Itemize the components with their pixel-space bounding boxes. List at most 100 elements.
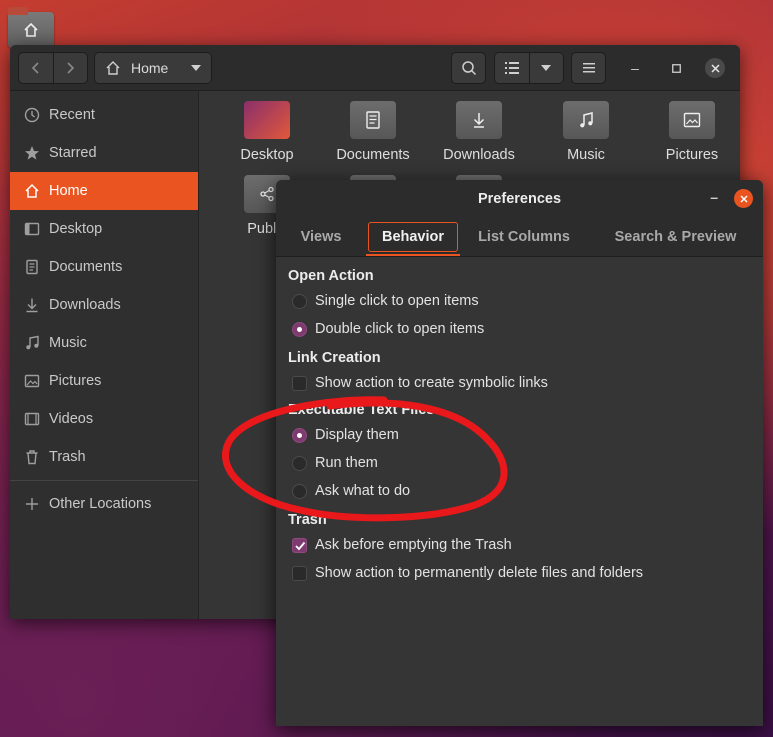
sidebar-item-music[interactable]: Music: [10, 324, 198, 362]
option-label: Run them: [315, 455, 378, 471]
tab-label: Search & Preview: [614, 228, 737, 245]
option-label: Ask what to do: [315, 483, 411, 499]
search-button[interactable]: [451, 52, 486, 84]
tab-behavior[interactable]: Behavior: [366, 217, 460, 256]
folder-downloads-icon: [456, 96, 502, 139]
option-label: Display them: [315, 427, 399, 443]
sidebar-item-recent[interactable]: Recent: [10, 96, 198, 134]
chevron-down-icon: [191, 65, 201, 71]
back-button[interactable]: [19, 53, 53, 83]
section-heading-trash: Trash: [288, 512, 327, 528]
tab-views[interactable]: Views: [276, 217, 366, 256]
option-label: Show action to create symbolic links: [315, 375, 548, 391]
radio-display-them[interactable]: Display them: [288, 421, 751, 449]
sidebar-item-desktop[interactable]: Desktop: [10, 210, 198, 248]
checkbox[interactable]: [292, 565, 307, 581]
checkbox[interactable]: [292, 375, 307, 391]
sidebar-item-label: Trash: [49, 449, 86, 465]
folder-label: Downloads: [443, 147, 515, 163]
section-heading-open-action: Open Action: [288, 268, 374, 284]
checkbox-ask-before-emptying[interactable]: Ask before emptying the Trash: [288, 531, 751, 559]
chevron-right-icon: [67, 62, 75, 74]
sidebar-item-label: Pictures: [49, 373, 102, 389]
checkbox-symbolic-links[interactable]: Show action to create symbolic links: [288, 369, 751, 397]
minimize-icon: –: [710, 189, 718, 205]
radio-button-selected[interactable]: [292, 321, 307, 337]
close-button[interactable]: [705, 58, 725, 78]
minimize-button[interactable]: –: [625, 58, 645, 78]
preferences-dialog: Preferences – Views Behavior List Column…: [276, 180, 763, 726]
sidebar-item-label: Videos: [49, 411, 94, 427]
sidebar-item-videos[interactable]: Videos: [10, 400, 198, 438]
plus-icon: [26, 498, 38, 510]
forward-button[interactable]: [52, 53, 87, 83]
folder-item-desktop[interactable]: Desktop: [222, 91, 312, 163]
radio-run-them[interactable]: Run them: [288, 449, 751, 477]
tab-bar: Views Behavior List Columns Search & Pre…: [276, 217, 763, 257]
search-icon: [461, 61, 476, 76]
sidebar-item-label: Recent: [49, 107, 95, 123]
sidebar-item-starred[interactable]: Starred: [10, 134, 198, 172]
close-icon: [710, 63, 720, 73]
checkbox-permanent-delete[interactable]: Show action to permanently delete files …: [288, 559, 751, 587]
folder-item-documents[interactable]: Documents: [328, 91, 418, 163]
folder-label: Desktop: [240, 147, 294, 163]
list-view-icon: [504, 62, 519, 74]
sidebar-item-label: Other Locations: [49, 496, 152, 512]
tab-list-columns[interactable]: List Columns: [460, 217, 588, 256]
chevron-left-icon: [31, 62, 39, 74]
trash-icon: [26, 450, 38, 465]
view-options-button[interactable]: [528, 53, 563, 83]
sidebar-item-home[interactable]: Home: [10, 172, 198, 210]
sidebar-item-downloads[interactable]: Downloads: [10, 286, 198, 324]
sidebar-item-label: Starred: [49, 145, 97, 161]
tab-search-preview[interactable]: Search & Preview: [588, 217, 763, 256]
radio-button[interactable]: [292, 293, 307, 309]
minimize-button[interactable]: –: [710, 189, 718, 205]
checkbox-checked[interactable]: [292, 537, 307, 553]
sidebar-item-documents[interactable]: Documents: [10, 248, 198, 286]
video-icon: [24, 412, 40, 426]
home-icon: [106, 61, 120, 75]
sidebar-divider: [10, 480, 198, 481]
dialog-titlebar: Preferences –: [276, 180, 763, 217]
picture-icon: [24, 374, 40, 388]
option-label: Ask before emptying the Trash: [315, 537, 512, 553]
sidebar-item-label: Downloads: [49, 297, 121, 313]
sidebar-item-trash[interactable]: Trash: [10, 438, 198, 476]
desktop-home-icon[interactable]: [8, 7, 54, 48]
star-icon: [25, 146, 39, 160]
radio-button[interactable]: [292, 483, 307, 499]
folder-music-icon: [563, 96, 609, 139]
radio-single-click[interactable]: Single click to open items: [288, 287, 751, 315]
close-button[interactable]: [734, 189, 753, 208]
sidebar-item-pictures[interactable]: Pictures: [10, 362, 198, 400]
tab-label: Views: [300, 228, 342, 245]
list-view-button[interactable]: [495, 53, 529, 83]
sidebar-item-other-locations[interactable]: Other Locations: [10, 485, 198, 523]
view-buttons: [494, 52, 564, 84]
folder-label: Music: [567, 147, 605, 163]
folder-item-pictures[interactable]: Pictures: [647, 91, 737, 163]
checkmark-icon: [295, 541, 306, 550]
nav-buttons: [18, 52, 88, 84]
folder-item-downloads[interactable]: Downloads: [434, 91, 524, 163]
path-bar-button[interactable]: Home: [94, 52, 212, 84]
folder-label: Documents: [336, 147, 410, 163]
home-icon: [25, 183, 39, 198]
sidebar: Recent Starred Home Desktop Documents Do…: [10, 91, 199, 619]
folder-documents-icon: [350, 96, 396, 139]
radio-button-selected[interactable]: [292, 427, 307, 443]
radio-ask-what-to-do[interactable]: Ask what to do: [288, 477, 751, 505]
music-icon: [26, 335, 39, 350]
radio-double-click[interactable]: Double click to open items: [288, 315, 751, 343]
folder-item-music[interactable]: Music: [541, 91, 631, 163]
tab-label: Behavior: [367, 221, 459, 252]
maximize-button[interactable]: [666, 58, 686, 78]
radio-button[interactable]: [292, 455, 307, 471]
option-label: Single click to open items: [315, 293, 479, 309]
behavior-panel: Open Action Single click to open items D…: [276, 257, 763, 595]
menu-button[interactable]: [571, 52, 606, 84]
document-icon: [26, 259, 38, 275]
section-heading-executable: Executable Text Files: [288, 402, 435, 418]
